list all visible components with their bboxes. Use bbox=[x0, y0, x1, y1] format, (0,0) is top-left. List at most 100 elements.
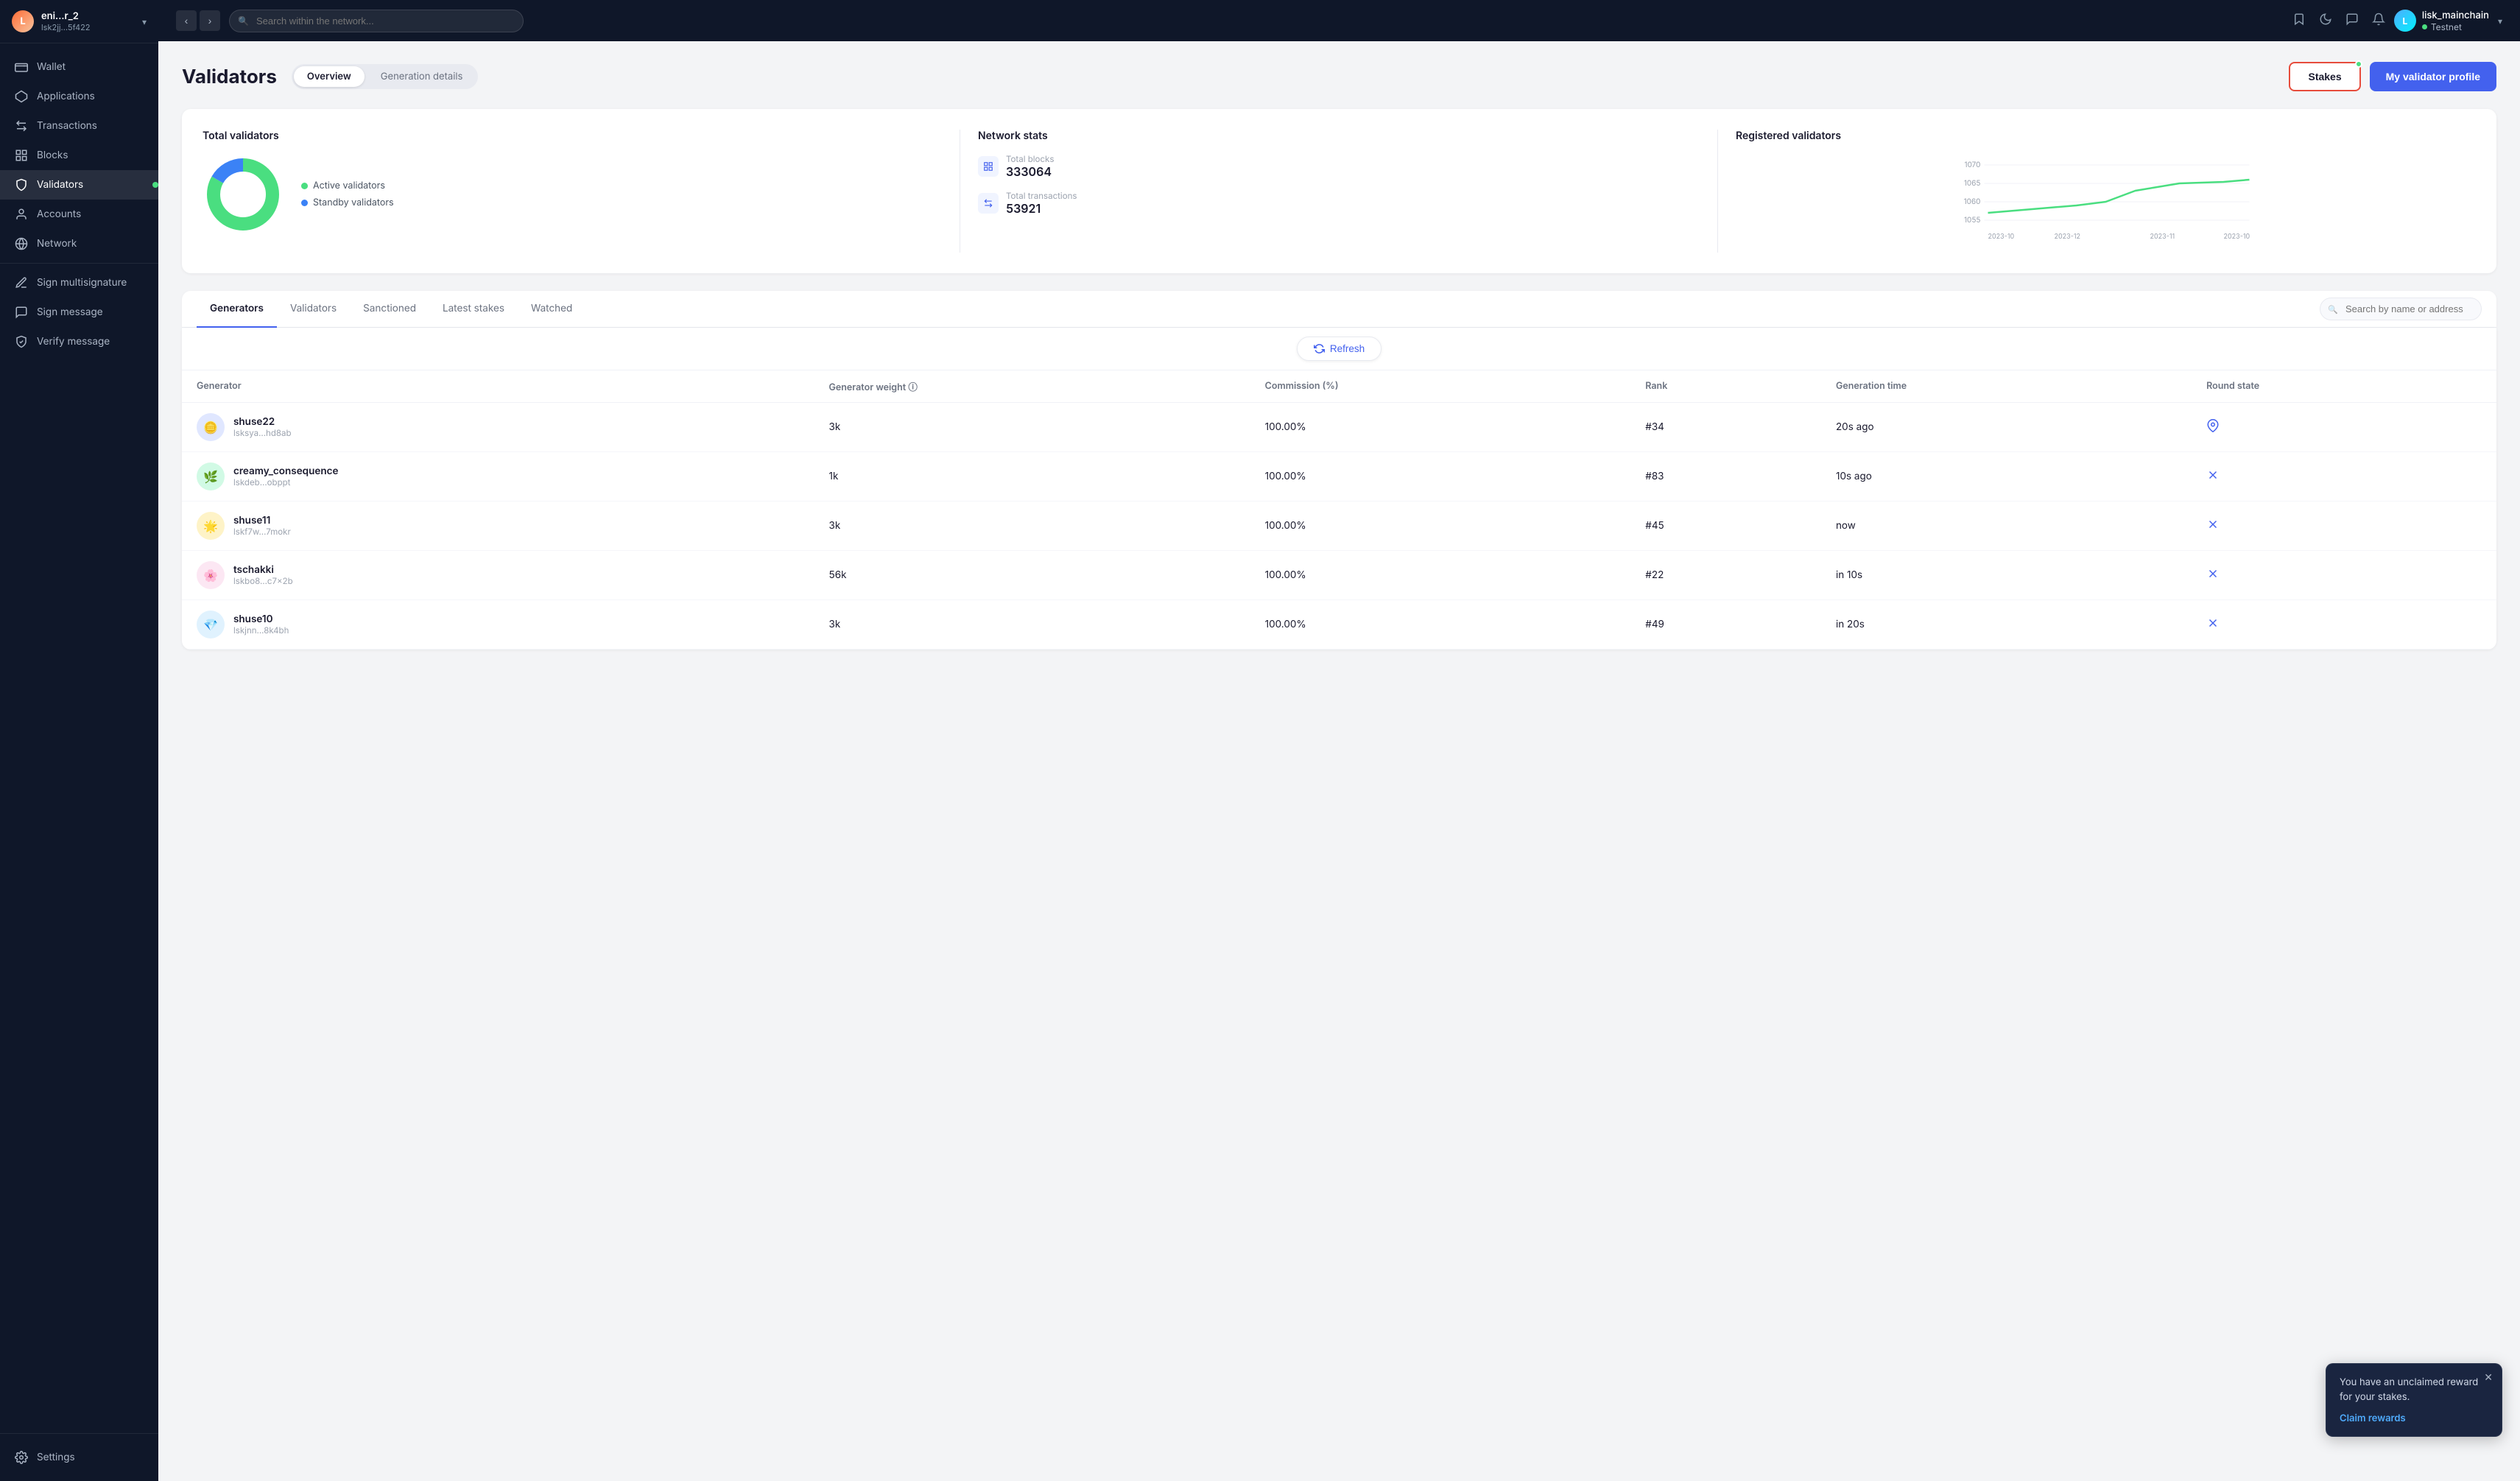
applications-icon bbox=[15, 90, 28, 103]
generator-weight: 56k bbox=[814, 551, 1250, 600]
sidebar-item-settings[interactable]: Settings bbox=[0, 1443, 158, 1472]
sidebar-item-sign-message-label: Sign message bbox=[37, 306, 103, 318]
network-stats-title: Network stats bbox=[978, 130, 1700, 142]
generator-generation-time: now bbox=[1821, 502, 2192, 551]
sidebar-item-wallet[interactable]: Wallet bbox=[0, 52, 158, 82]
stakes-button[interactable]: Stakes bbox=[2289, 62, 2360, 91]
sidebar-item-sign-multisig-label: Sign multisignature bbox=[37, 277, 127, 289]
generator-info: shuse10 lskjnn...8k4bh bbox=[233, 613, 289, 636]
round-state-icon[interactable] bbox=[2206, 421, 2220, 435]
generator-info: shuse22 lsksya...hd8ab bbox=[233, 416, 292, 438]
network-status-dot bbox=[2422, 24, 2427, 29]
active-dot bbox=[301, 183, 308, 189]
blocks-icon bbox=[15, 149, 28, 162]
generator-weight: 3k bbox=[814, 600, 1250, 650]
generator-avatar: 💎 bbox=[197, 611, 225, 639]
generator-commission: 100.00% bbox=[1250, 600, 1631, 650]
col-weight[interactable]: Generator weight ⓘ bbox=[814, 370, 1250, 403]
svg-text:2023-10: 2023-10 bbox=[2224, 233, 2250, 241]
generator-commission: 100.00% bbox=[1250, 403, 1631, 452]
transactions-icon bbox=[15, 119, 28, 133]
round-state-icon[interactable] bbox=[2206, 470, 2220, 485]
table-body: 🪙 shuse22 lsksya...hd8ab 3k 100.00% #34 … bbox=[182, 403, 2496, 650]
sidebar-item-verify-message-label: Verify message bbox=[37, 336, 110, 348]
back-button[interactable]: ‹ bbox=[176, 10, 197, 31]
generator-cell: 🌸 tschakki lskbo8...c7x2b bbox=[182, 551, 814, 600]
generator-name: shuse22 bbox=[233, 416, 292, 428]
tab-validators[interactable]: Validators bbox=[277, 291, 350, 328]
topbar-navigation: ‹ › bbox=[176, 10, 220, 31]
forward-button[interactable]: › bbox=[200, 10, 220, 31]
generator-round-state[interactable] bbox=[2192, 502, 2496, 551]
sidebar-account-info: eni...r_2 lsk2jj...5f422 bbox=[41, 10, 135, 32]
sidebar-item-blocks[interactable]: Blocks bbox=[0, 141, 158, 170]
legend-standby-label: Standby validators bbox=[313, 197, 394, 208]
tab-generators[interactable]: Generators bbox=[197, 291, 277, 328]
validators-chart: 1070 1065 1060 1055 2023-10 2023-12 bbox=[1736, 154, 2476, 253]
tab-sanctioned[interactable]: Sanctioned bbox=[350, 291, 429, 328]
col-commission[interactable]: Commission (%) bbox=[1250, 370, 1631, 403]
sidebar-item-validators[interactable]: Validators bbox=[0, 170, 158, 200]
total-blocks-label: Total blocks bbox=[1006, 154, 1054, 164]
topbar-profile[interactable]: L lisk_mainchain Testnet ▾ bbox=[2394, 10, 2502, 32]
tab-overview[interactable]: Overview bbox=[294, 66, 365, 87]
messages-icon[interactable] bbox=[2345, 13, 2359, 29]
bookmark-icon[interactable] bbox=[2292, 13, 2306, 29]
refresh-bar: Refresh bbox=[182, 328, 2496, 370]
round-state-icon[interactable] bbox=[2206, 618, 2220, 633]
donut-legend: Active validators Standby validators bbox=[301, 180, 394, 208]
network-stats-block: Network stats Total blocks 333064 bbox=[960, 130, 1718, 253]
round-state-icon[interactable] bbox=[2206, 519, 2220, 534]
generator-round-state[interactable] bbox=[2192, 551, 2496, 600]
generator-round-state[interactable] bbox=[2192, 403, 2496, 452]
sidebar-item-verify-message[interactable]: Verify message bbox=[0, 327, 158, 356]
tab-generation-details[interactable]: Generation details bbox=[367, 66, 476, 87]
tab-watched[interactable]: Watched bbox=[518, 291, 585, 328]
col-generation-time[interactable]: Generation time bbox=[1821, 370, 2192, 403]
legend-active: Active validators bbox=[301, 180, 394, 191]
bell-icon[interactable] bbox=[2372, 13, 2385, 29]
sidebar-item-sign-multisig[interactable]: Sign multisignature bbox=[0, 268, 158, 298]
sidebar-item-network[interactable]: Network bbox=[0, 229, 158, 258]
donut-wrapper: Active validators Standby validators bbox=[203, 154, 942, 235]
svg-text:1065: 1065 bbox=[1964, 179, 1981, 188]
refresh-button[interactable]: Refresh bbox=[1297, 337, 1382, 361]
toast-claim-link[interactable]: Claim rewards bbox=[2340, 1413, 2406, 1424]
toast-close-button[interactable]: ✕ bbox=[2484, 1371, 2493, 1384]
generator-round-state[interactable] bbox=[2192, 600, 2496, 650]
svg-text:1060: 1060 bbox=[1964, 197, 1981, 206]
sidebar: L eni...r_2 lsk2jj...5f422 ▾ Wallet Appl… bbox=[0, 0, 158, 1481]
generator-search-input[interactable] bbox=[2320, 298, 2482, 320]
sidebar-item-transactions[interactable]: Transactions bbox=[0, 111, 158, 141]
moon-icon[interactable] bbox=[2319, 13, 2332, 29]
generator-info: creamy_consequence lskdeb...obppt bbox=[233, 465, 338, 488]
sidebar-item-applications[interactable]: Applications bbox=[0, 82, 158, 111]
round-state-icon[interactable] bbox=[2206, 569, 2220, 583]
profile-chevron-icon: ▾ bbox=[2498, 15, 2502, 27]
blocks-stat-icon bbox=[978, 156, 999, 177]
generator-address: lskjnn...8k4bh bbox=[233, 625, 289, 636]
generator-address: lskf7w...7mokr bbox=[233, 527, 291, 537]
validator-profile-button[interactable]: My validator profile bbox=[2370, 62, 2496, 91]
profile-network: Testnet bbox=[2422, 21, 2489, 32]
sidebar-item-sign-message[interactable]: Sign message bbox=[0, 298, 158, 327]
generator-info: tschakki lskbo8...c7x2b bbox=[233, 564, 293, 586]
total-validators-block: Total validators Active validators bbox=[203, 130, 960, 253]
total-blocks-info: Total blocks 333064 bbox=[1006, 154, 1054, 179]
sidebar-item-accounts[interactable]: Accounts bbox=[0, 200, 158, 229]
col-rank: Rank bbox=[1630, 370, 1821, 403]
settings-icon bbox=[15, 1451, 28, 1464]
total-validators-title: Total validators bbox=[203, 130, 942, 142]
generator-cell: 🌿 creamy_consequence lskdeb...obppt bbox=[182, 452, 814, 502]
sidebar-item-wallet-label: Wallet bbox=[37, 61, 66, 73]
tab-latest-stakes[interactable]: Latest stakes bbox=[429, 291, 518, 328]
profile-avatar: L bbox=[2394, 10, 2416, 32]
search-input[interactable] bbox=[229, 10, 524, 32]
generator-round-state[interactable] bbox=[2192, 452, 2496, 502]
validators-icon bbox=[15, 178, 28, 191]
svg-text:2023-11: 2023-11 bbox=[2150, 233, 2175, 241]
generator-section: Generators Validators Sanctioned Latest … bbox=[182, 291, 2496, 650]
account-chevron-icon[interactable]: ▾ bbox=[142, 16, 147, 27]
sign-multisig-icon bbox=[15, 276, 28, 289]
donut-chart bbox=[203, 154, 284, 235]
